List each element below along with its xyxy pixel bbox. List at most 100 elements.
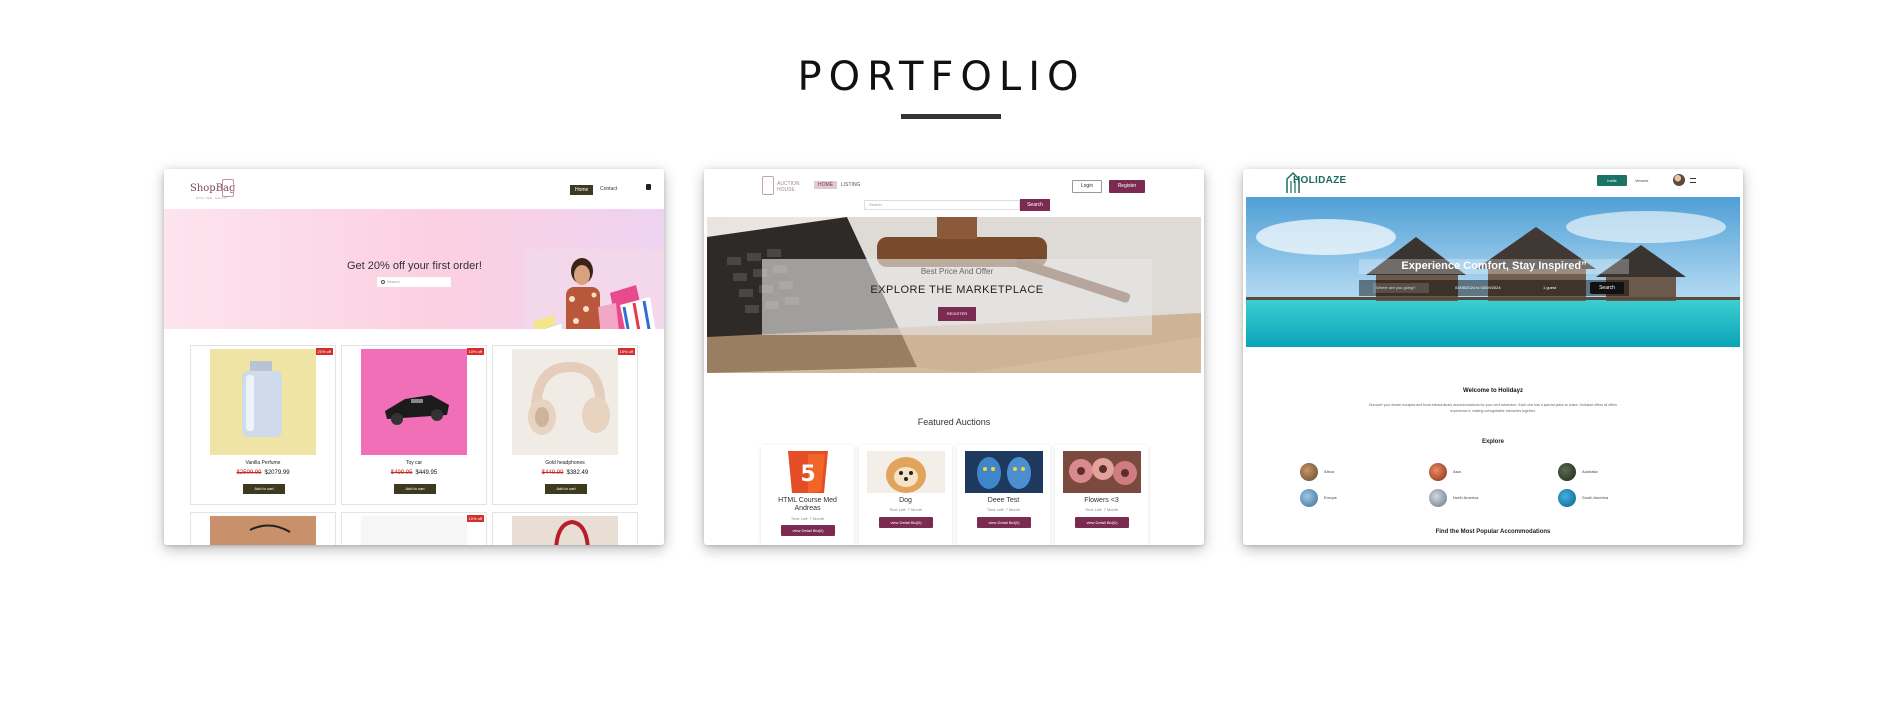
html5-logo-image: 5 [769,451,847,493]
explore-title: Explore [1481,439,1504,445]
shopbag-nav-home[interactable]: Home [570,185,594,195]
auction-time-left: Time Left: 7 Month [790,516,825,521]
auction-item-deee-test[interactable]: Deee Test Time Left: 7 Month view Detail… [957,445,1050,545]
shopbag-nav-contact[interactable]: Contact [600,186,617,192]
product-name: Gold headphones [545,460,585,466]
title-underline [901,114,1001,119]
view-detail-bid-button[interactable]: view Detail Bid(0) [879,517,933,528]
venues-link[interactable]: Venues [1635,178,1648,183]
auction-item-dog[interactable]: Dog Time Left: 7 Month view Detail Bid(0… [859,445,952,545]
shopbag-logo-tagline: ONLINE SHOP [196,196,228,200]
product-prices: $449.99 $382.49 [493,470,637,476]
search-icon [381,279,385,284]
auction-search-input[interactable]: Search [864,200,1020,210]
holidaze-hero-title: Experience Comfort, Stay Inspired” [1359,259,1629,274]
product-image [361,516,467,545]
auction-search-button[interactable]: Search [1020,199,1050,211]
auction-nav-listing[interactable]: LISTING [841,182,860,188]
australia-thumbnail [1558,463,1576,481]
product-card-headphones[interactable]: 15% off Gold headphones $449.99 $382.49 A… [492,345,638,505]
date-range-picker[interactable]: 03/08/2024 to 03/09/2024 [1455,285,1501,290]
register-button[interactable]: Register [1109,180,1145,193]
shopbag-hero-text: Get 20% off your first order! [347,260,482,272]
discount-badge: 20% off [315,348,333,355]
old-price: $499.95 [390,470,413,476]
section-title: PORTFOLIO [797,54,1086,100]
portfolio-card-holidaze[interactable]: HOLIDAZE Invite Venues Experience Comfor… [1243,169,1743,545]
old-price: $449.99 [541,470,564,476]
price: $2079.99 [264,470,290,476]
shopbag-search-placeholder: Search [387,279,400,284]
auction-item-name: HTML Course Med Andreas [761,497,854,513]
avatar[interactable] [1673,174,1685,186]
auction-item-name: Deee Test [987,497,1020,504]
auction-nav-home[interactable]: HOME [814,181,837,189]
headphones-image [512,349,618,455]
portfolio-card-auction-house[interactable]: AUCTION HOUSE HOME LISTING Login Registe… [704,169,1204,545]
view-detail-bid-button[interactable]: view Detail Bid(0) [781,525,835,536]
auction-item-name: Dog [899,497,912,504]
product-prices: $2599.99 $2079.99 [191,470,335,476]
auction-item-html-course[interactable]: 5 HTML Course Med Andreas Time Left: 7 M… [761,445,854,545]
region-label: Australia [1582,469,1598,474]
holidaze-search-button[interactable]: Search [1590,282,1624,294]
welcome-description-line2: experience it, making unforgettable memo… [1450,409,1536,413]
auction-item-flowers[interactable]: Flowers <3 Time Left: 7 Month view Detai… [1055,445,1148,545]
auction-time-left: Time Left: 7 Month [1084,507,1119,512]
shopbag-hero-banner: Get 20% off your first order! Search [164,209,664,369]
perfume-image [210,349,316,455]
product-card-row2[interactable]: 10% off [341,512,487,545]
add-to-cart-button[interactable]: Add to cart [243,484,285,494]
shopbag-product-grid: 20% off Vanilla Perfume $2599.99 $2079.99… [164,329,664,545]
product-prices: $499.95 $449.95 [342,470,486,476]
svg-text:5: 5 [800,462,815,487]
view-detail-bid-button[interactable]: view Detail Bid(0) [1075,517,1129,528]
region-label: Europe [1324,495,1337,500]
auction-logo-line2: HOUSE [777,187,795,193]
auction-item-name: Flowers <3 [1084,497,1119,504]
discount-badge: 15% off [617,348,635,355]
auction-time-left: Time Left: 7 Month [986,507,1021,512]
north-america-thumbnail [1429,489,1447,507]
destination-input[interactable]: Where are you going? [1373,283,1429,293]
invite-button[interactable]: Invite [1597,175,1627,186]
guests-selector[interactable]: 1 guest [1543,285,1556,290]
auction-logo[interactable]: AUCTION HOUSE [777,181,800,193]
auction-logo-icon [762,176,774,195]
add-to-cart-button[interactable]: Add to cart [545,484,587,494]
view-detail-bid-button[interactable]: view Detail Bid(0) [977,517,1031,528]
shopbag-search-input[interactable]: Search [377,277,451,287]
product-name: Toy car [405,460,423,466]
product-card-row2[interactable] [492,512,638,545]
product-card-row2[interactable] [190,512,336,545]
auction-item-name-line1: HTML Course Med [778,497,837,504]
menu-icon[interactable] [1690,178,1696,183]
auction-item-name-line2: Andreas [794,505,821,512]
product-card-toy-car[interactable]: 10% off Toy car $499.95 $449.95 Add to ca… [341,345,487,505]
login-button[interactable]: Login [1072,180,1102,193]
auction-navbar: AUCTION HOUSE HOME LISTING Login Registe… [704,169,1204,217]
region-label: North America [1453,495,1479,500]
discount-badge: 10% off [466,348,484,355]
hero-register-button[interactable]: REGISTER [938,307,976,321]
europe-thumbnail [1300,489,1318,507]
price: $382.49 [566,470,589,476]
discount-badge: 10% off [466,515,484,522]
region-label: Asia [1453,469,1461,474]
product-image [210,516,316,545]
welcome-description: Discover your dream escapes and book ext… [1313,402,1673,414]
shopping-bag-icon [222,179,234,197]
cart-icon[interactable] [646,184,651,190]
shopbag-navbar: ShopBag ONLINE SHOP Home Contact [164,169,664,209]
asia-thumbnail [1429,463,1447,481]
holidaze-logo[interactable]: HOLIDAZE [1293,175,1347,186]
auction-hero-title: EXPLORE THE MARKETPLACE [870,284,1044,296]
flowers-image [1063,451,1141,493]
auction-hero-subtitle: Best Price And Offer [920,267,994,276]
toy-car-image [361,349,467,455]
portfolio-card-shopbag[interactable]: ShopBag ONLINE SHOP Home Contact Get 20%… [164,169,664,545]
welcome-title: Welcome to Holidayz [1463,388,1523,394]
add-to-cart-button[interactable]: Add to cart [394,484,436,494]
popular-accommodations-title: Find the Most Popular Accommodations [1435,529,1551,535]
product-card-perfume[interactable]: 20% off Vanilla Perfume $2599.99 $2079.99… [190,345,336,505]
